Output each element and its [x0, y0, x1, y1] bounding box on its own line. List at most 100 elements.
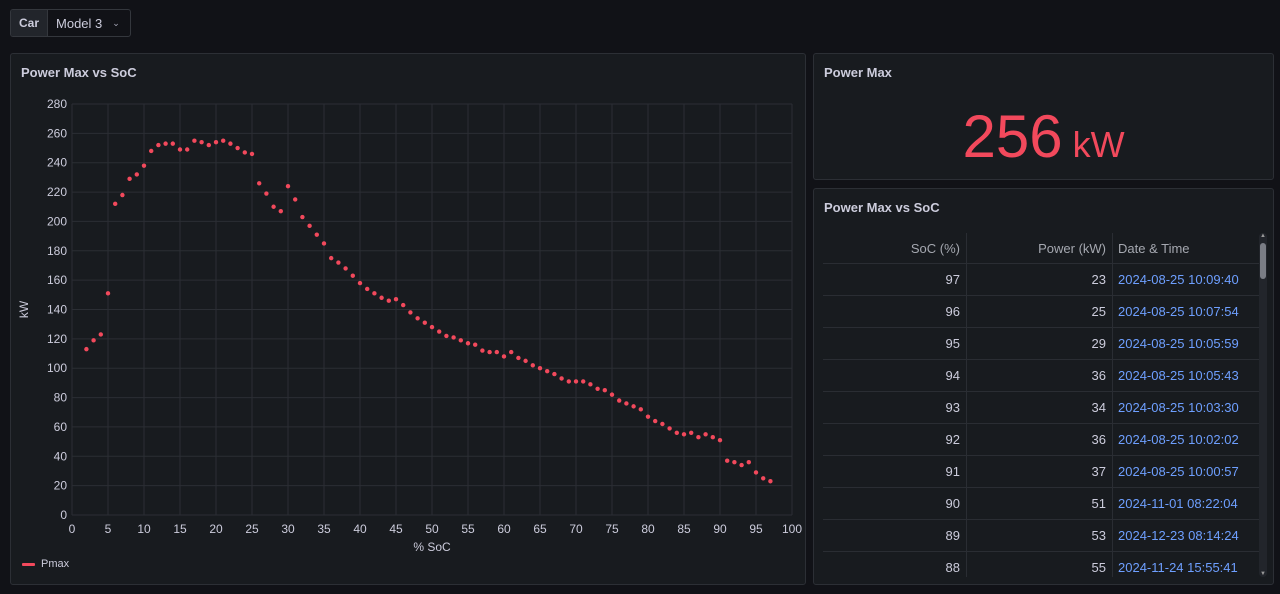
- data-point: [372, 291, 377, 296]
- y-tick-label: 120: [47, 332, 67, 346]
- cell-soc: 91: [823, 456, 967, 487]
- scatter-chart: 0 20 40 60 80 100 120 140 160 180 200 220 240 260 280 0…: [17, 97, 802, 554]
- data-point: [717, 437, 723, 443]
- data-point: [465, 341, 471, 346]
- x-tick-label: 55: [461, 522, 475, 536]
- y-tick-label: 40: [54, 449, 68, 463]
- data-point: [285, 184, 291, 189]
- column-header-datetime[interactable]: Date & Time: [1113, 233, 1264, 263]
- cell-soc: 92: [823, 424, 967, 455]
- x-tick-label: 25: [245, 522, 259, 536]
- cell-power: 25: [967, 296, 1113, 327]
- table-row: 97 23 2024-08-25 10:09:40: [823, 264, 1264, 296]
- cell-datetime-link[interactable]: 2024-11-24 15:55:41: [1113, 552, 1264, 577]
- power-max-vs-soc-table-panel: Power Max vs SoC SoC (%) Power (kW) Date…: [813, 188, 1274, 585]
- x-tick-label: 50: [425, 522, 439, 536]
- cell-soc: 90: [823, 488, 967, 519]
- chart-legend[interactable]: Pmax: [22, 558, 69, 570]
- x-tick-label: 35: [317, 522, 331, 536]
- table-row: 94 36 2024-08-25 10:05:43: [823, 360, 1264, 392]
- stat-panel-title[interactable]: Power Max: [824, 65, 892, 80]
- table-scrollbar[interactable]: ▲ ▼: [1259, 233, 1267, 577]
- data-point: [566, 379, 571, 384]
- data-point: [451, 335, 456, 340]
- legend-label-pmax: Pmax: [41, 558, 70, 570]
- data-point: [689, 430, 694, 435]
- data-point: [667, 426, 672, 431]
- data-table: SoC (%) Power (kW) Date & Time 97 23 2024-…: [823, 233, 1264, 577]
- cell-datetime-link[interactable]: 2024-11-01 08:22:04: [1113, 488, 1264, 519]
- table-row: 89 53 2024-12-23 08:14:24: [823, 520, 1264, 552]
- table-panel-title[interactable]: Power Max vs SoC: [824, 200, 940, 215]
- data-point: [149, 148, 154, 154]
- cell-power: 34: [967, 392, 1113, 423]
- data-point: [494, 349, 499, 355]
- data-point: [422, 320, 427, 325]
- cell-power: 51: [967, 488, 1113, 519]
- data-point: [163, 141, 168, 146]
- data-point: [681, 432, 687, 437]
- car-select[interactable]: Model 3 ⌄: [48, 10, 130, 36]
- x-tick-label: 30: [281, 522, 295, 536]
- table-header-row: SoC (%) Power (kW) Date & Time: [823, 233, 1264, 264]
- y-tick-label: 100: [47, 361, 67, 375]
- power-max-stat-panel: Power Max 256 kW: [813, 53, 1274, 180]
- data-point: [725, 458, 730, 463]
- data-point: [516, 355, 521, 361]
- data-point: [350, 273, 355, 278]
- x-tick-label: 70: [569, 522, 583, 536]
- column-header-soc[interactable]: SoC (%): [823, 233, 967, 263]
- y-tick-label: 160: [47, 273, 67, 287]
- table-row: 95 29 2024-08-25 10:05:59: [823, 328, 1264, 360]
- data-point: [595, 386, 600, 391]
- data-point: [120, 192, 125, 198]
- data-point: [768, 479, 773, 484]
- cell-power: 55: [967, 552, 1113, 577]
- data-point: [437, 329, 442, 334]
- column-header-power[interactable]: Power (kW): [967, 233, 1113, 263]
- scroll-up-arrow-icon[interactable]: ▲: [1259, 233, 1267, 239]
- data-point: [91, 338, 96, 343]
- y-tick-label: 80: [54, 391, 68, 405]
- legend-swatch-pmax: [22, 562, 35, 566]
- x-tick-label: 85: [677, 522, 691, 536]
- data-point: [581, 379, 586, 384]
- cell-datetime-link[interactable]: 2024-08-25 10:05:43: [1113, 360, 1264, 391]
- data-point: [480, 348, 485, 353]
- data-point: [732, 459, 737, 465]
- cell-datetime-link[interactable]: 2024-08-25 10:05:59: [1113, 328, 1264, 359]
- data-point: [357, 280, 363, 286]
- cell-datetime-link[interactable]: 2024-08-25 10:03:30: [1113, 392, 1264, 423]
- scroll-down-arrow-icon[interactable]: ▼: [1259, 571, 1267, 577]
- data-point: [105, 291, 111, 296]
- y-tick-label: 220: [47, 185, 67, 199]
- cell-datetime-link[interactable]: 2024-08-25 10:00:57: [1113, 456, 1264, 487]
- x-tick-label: 90: [713, 522, 727, 536]
- data-point: [249, 151, 255, 157]
- cell-datetime-link[interactable]: 2024-08-25 10:07:54: [1113, 296, 1264, 327]
- data-point: [401, 302, 406, 308]
- data-point: [761, 476, 766, 481]
- data-point: [156, 142, 161, 148]
- data-point: [170, 141, 175, 146]
- x-tick-label: 80: [641, 522, 655, 536]
- cell-datetime-link[interactable]: 2024-08-25 10:02:02: [1113, 424, 1264, 455]
- cell-soc: 94: [823, 360, 967, 391]
- data-point: [588, 382, 593, 387]
- cell-datetime-link[interactable]: 2024-08-25 10:09:40: [1113, 264, 1264, 295]
- x-tick-label: 10: [137, 522, 151, 536]
- cell-power: 53: [967, 520, 1113, 551]
- data-point: [199, 139, 204, 145]
- data-point: [257, 181, 262, 186]
- data-point: [602, 388, 607, 393]
- cell-power: 23: [967, 264, 1113, 295]
- data-point: [408, 310, 413, 315]
- data-point: [523, 358, 528, 364]
- data-point: [314, 232, 319, 237]
- data-point: [609, 392, 615, 397]
- data-point: [552, 371, 557, 377]
- x-tick-label: 40: [353, 522, 367, 536]
- cell-datetime-link[interactable]: 2024-12-23 08:14:24: [1113, 520, 1264, 551]
- data-point: [98, 332, 104, 337]
- scrollbar-thumb[interactable]: [1260, 243, 1266, 279]
